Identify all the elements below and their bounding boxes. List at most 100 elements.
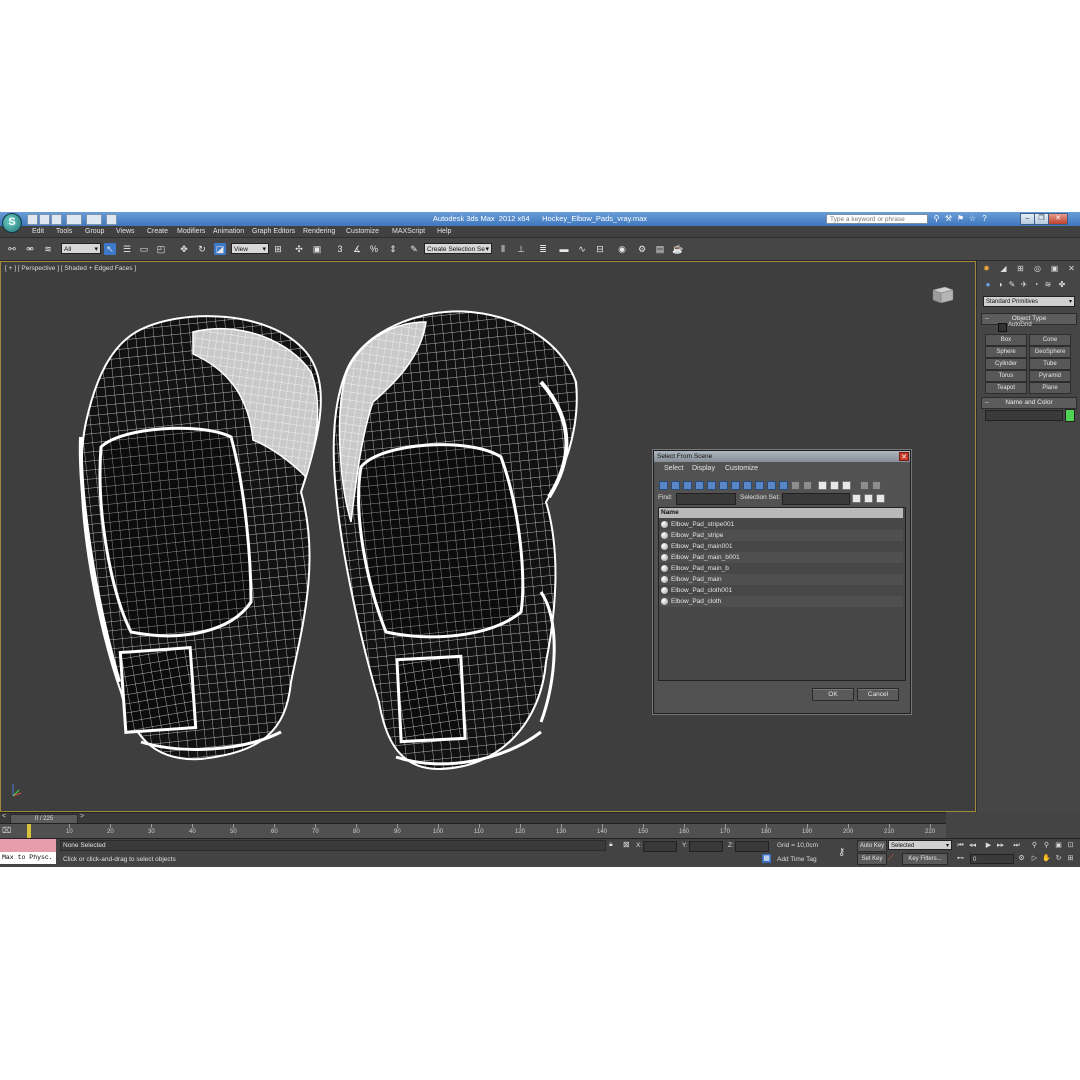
- zoom-all-icon[interactable]: ⚲: [1042, 841, 1051, 850]
- geometry-category-icon[interactable]: ●: [983, 280, 993, 290]
- zoom-icon[interactable]: ⚲: [1030, 841, 1039, 850]
- select-invert-icon[interactable]: [842, 481, 851, 490]
- render-production-icon[interactable]: ☕: [672, 243, 684, 255]
- restore-button[interactable]: ❐: [1034, 213, 1049, 225]
- z-coordinate-field[interactable]: [735, 841, 769, 852]
- communication-center-icon[interactable]: ⚑: [956, 214, 965, 223]
- list-item[interactable]: Elbow_Pad_cloth001: [659, 585, 903, 596]
- display-groups-icon[interactable]: [731, 481, 740, 490]
- zoom-extents-all-icon[interactable]: ⊡: [1066, 841, 1075, 850]
- edit-named-selection-icon[interactable]: ✎: [408, 243, 420, 255]
- perspective-viewport[interactable]: [ + ] [ Perspective ] [ Shaded + Edged F…: [0, 261, 976, 812]
- display-frozen-icon[interactable]: [779, 481, 788, 490]
- schematic-view-icon[interactable]: ⊟: [594, 243, 606, 255]
- select-manipulate-icon[interactable]: ✣: [293, 243, 305, 255]
- previous-frame-icon[interactable]: ◂◂: [968, 841, 977, 850]
- display-geometry-icon[interactable]: [659, 481, 668, 490]
- lock-selection-icon[interactable]: 🔒︎: [609, 841, 613, 849]
- zoom-extents-icon[interactable]: ▣: [1054, 841, 1063, 850]
- menu-rendering[interactable]: Rendering: [303, 226, 335, 237]
- graphite-ribbon-icon[interactable]: ▬: [558, 243, 570, 255]
- menu-tools[interactable]: Tools: [56, 226, 72, 237]
- save-file-icon[interactable]: [51, 214, 62, 225]
- project-folder-icon[interactable]: [106, 214, 117, 225]
- angle-snap-icon[interactable]: ∡: [351, 243, 363, 255]
- help-icon[interactable]: ?: [980, 214, 989, 223]
- cone-button[interactable]: Cone: [1029, 334, 1071, 346]
- filter-edit-icon[interactable]: [872, 481, 881, 490]
- display-xrefs-icon[interactable]: [743, 481, 752, 490]
- favorites-icon[interactable]: ☆: [968, 214, 977, 223]
- dialog-title-bar[interactable]: Select From Scene: [654, 451, 910, 462]
- menu-graph-editors[interactable]: Graph Editors: [252, 226, 295, 237]
- display-tab-icon[interactable]: ▣: [1049, 263, 1060, 274]
- list-item[interactable]: Elbow_Pad_main: [659, 574, 903, 585]
- geosphere-button[interactable]: GeoSphere: [1029, 346, 1071, 358]
- add-time-tag[interactable]: Add Time Tag: [777, 856, 817, 863]
- display-cameras-icon[interactable]: [695, 481, 704, 490]
- modify-tab-icon[interactable]: ◢: [998, 263, 1009, 274]
- create-selection-set-icon[interactable]: [852, 494, 861, 503]
- select-all-icon[interactable]: [818, 481, 827, 490]
- space-warps-category-icon[interactable]: ≋: [1043, 280, 1053, 290]
- window-crossing-icon[interactable]: ◰: [155, 243, 167, 255]
- teapot-button[interactable]: Teapot: [985, 382, 1027, 394]
- display-hidden-icon[interactable]: [791, 481, 800, 490]
- menu-maxscript[interactable]: MAXScript: [392, 226, 425, 237]
- subscription-icon[interactable]: ⚒: [944, 214, 953, 223]
- current-frame-field[interactable]: 0: [970, 854, 1014, 864]
- render-setup-icon[interactable]: ⚙: [636, 243, 648, 255]
- play-icon[interactable]: ▶: [984, 841, 993, 850]
- helpers-category-icon[interactable]: ◔: [1031, 280, 1041, 290]
- lights-category-icon[interactable]: ✎: [1007, 280, 1017, 290]
- dialog-close-button[interactable]: ✕: [899, 452, 909, 461]
- rectangular-selection-icon[interactable]: ▭: [138, 243, 150, 255]
- y-coordinate-field[interactable]: [689, 841, 723, 852]
- utilities-tab-icon[interactable]: ✕: [1066, 263, 1077, 274]
- auto-key-button[interactable]: Auto Key: [857, 840, 887, 852]
- list-item[interactable]: Elbow_Pad_main_b001: [659, 552, 903, 563]
- list-item[interactable]: Elbow_Pad_cloth: [659, 596, 903, 607]
- dialog-menu-select[interactable]: Select: [664, 465, 683, 472]
- app-logo-icon[interactable]: S: [2, 213, 22, 233]
- object-color-swatch[interactable]: [1065, 409, 1075, 422]
- ok-button[interactable]: OK: [812, 688, 854, 701]
- undo-icon[interactable]: [66, 214, 82, 225]
- time-configuration-icon[interactable]: ⚙: [1017, 854, 1026, 863]
- key-mode-toggle-icon[interactable]: ⊷: [956, 854, 965, 863]
- maximize-viewport-icon[interactable]: ⊞: [1066, 854, 1075, 863]
- selection-filter-dropdown[interactable]: All: [61, 243, 101, 255]
- select-none-icon[interactable]: [830, 481, 839, 490]
- shapes-category-icon[interactable]: ◑: [995, 280, 1005, 290]
- list-item[interactable]: Elbow_Pad_main001: [659, 541, 903, 552]
- menu-edit[interactable]: Edit: [32, 226, 44, 237]
- find-input[interactable]: [676, 493, 736, 505]
- motion-tab-icon[interactable]: ◎: [1032, 263, 1043, 274]
- remove-from-set-icon[interactable]: [876, 494, 885, 503]
- close-button[interactable]: ✕: [1048, 213, 1068, 225]
- object-name-input[interactable]: [985, 410, 1063, 421]
- dialog-menu-customize[interactable]: Customize: [725, 465, 758, 472]
- autogrid-checkbox[interactable]: [998, 323, 1007, 332]
- curve-editor-icon[interactable]: ∿: [576, 243, 588, 255]
- elbow-pad-left[interactable]: [78, 315, 322, 761]
- go-to-end-icon[interactable]: ⏭: [1012, 841, 1021, 850]
- menu-group[interactable]: Group: [85, 226, 104, 237]
- scene-object-list[interactable]: Name Elbow_Pad_stripe001 Elbow_Pad_strip…: [658, 507, 906, 681]
- layer-manager-icon[interactable]: ≣: [537, 243, 549, 255]
- redo-icon[interactable]: [86, 214, 102, 225]
- percent-snap-icon[interactable]: %: [368, 243, 380, 255]
- material-editor-icon[interactable]: ◉: [616, 243, 628, 255]
- display-bones-icon[interactable]: [755, 481, 764, 490]
- cameras-category-icon[interactable]: ✈: [1019, 280, 1029, 290]
- set-key-button[interactable]: Set Key: [857, 853, 887, 865]
- named-selection-sets-dropdown[interactable]: Create Selection Se: [424, 243, 492, 255]
- pan-view-icon[interactable]: ✋: [1042, 854, 1051, 863]
- menu-create[interactable]: Create: [147, 226, 168, 237]
- select-rotate-icon[interactable]: ↻: [196, 243, 208, 255]
- add-to-set-icon[interactable]: [864, 494, 873, 503]
- selection-set-dropdown[interactable]: [782, 493, 850, 505]
- name-column-header[interactable]: Name: [659, 508, 903, 518]
- pivot-center-icon[interactable]: ⊞: [272, 243, 284, 255]
- display-lights-icon[interactable]: [683, 481, 692, 490]
